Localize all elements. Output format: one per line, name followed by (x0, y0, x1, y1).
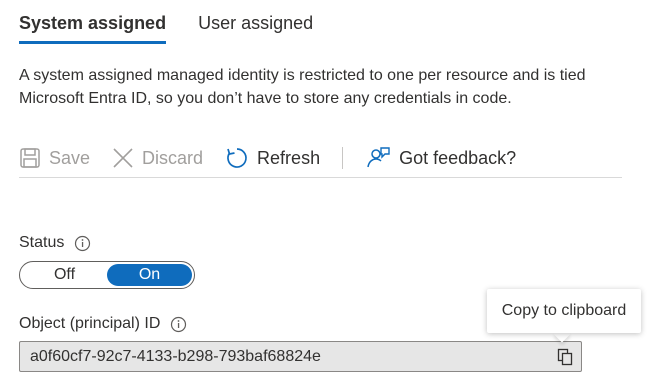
refresh-label: Refresh (257, 147, 321, 168)
object-id-field[interactable]: a0f60cf7-92c7-4133-b298-793baf68824e (19, 341, 582, 372)
status-toggle[interactable]: Off On (19, 261, 195, 289)
save-label: Save (49, 147, 91, 168)
copy-tooltip: Copy to clipboard (487, 289, 641, 333)
status-label-row: Status (19, 234, 91, 252)
discard-label: Discard (142, 147, 204, 168)
discard-button[interactable]: Discard (112, 142, 203, 174)
description-line-2: Microsoft Entra ID, so you don’t have to… (19, 90, 512, 107)
object-id-value: a0f60cf7-92c7-4133-b298-793baf68824e (30, 347, 321, 365)
description: A system assigned managed identity is re… (19, 64, 650, 110)
tab-system-assigned[interactable]: System assigned (19, 10, 167, 44)
status-on-option[interactable]: On (107, 264, 192, 286)
identity-tabs: System assigned User assigned (19, 10, 313, 44)
info-icon[interactable] (170, 316, 187, 333)
refresh-button[interactable]: Refresh (225, 142, 320, 174)
save-icon (19, 147, 41, 169)
status-label: Status (19, 234, 65, 251)
command-toolbar: Save Discard Refresh Got feedback? (19, 139, 622, 178)
feedback-label: Got feedback? (399, 147, 517, 168)
description-line-1: A system assigned managed identity is re… (19, 67, 586, 84)
save-button[interactable]: Save (19, 142, 90, 174)
toolbar-divider (342, 147, 344, 169)
copy-icon[interactable] (557, 348, 573, 371)
feedback-button[interactable]: Got feedback? (365, 142, 516, 174)
status-off-option[interactable]: Off (22, 264, 107, 286)
feedback-icon (365, 145, 391, 171)
refresh-icon (225, 146, 249, 170)
object-id-label-row: Object (principal) ID (19, 315, 187, 333)
info-icon[interactable] (74, 235, 91, 252)
object-id-label: Object (principal) ID (19, 315, 161, 332)
tab-user-assigned[interactable]: User assigned (198, 10, 313, 44)
close-icon (112, 147, 134, 169)
